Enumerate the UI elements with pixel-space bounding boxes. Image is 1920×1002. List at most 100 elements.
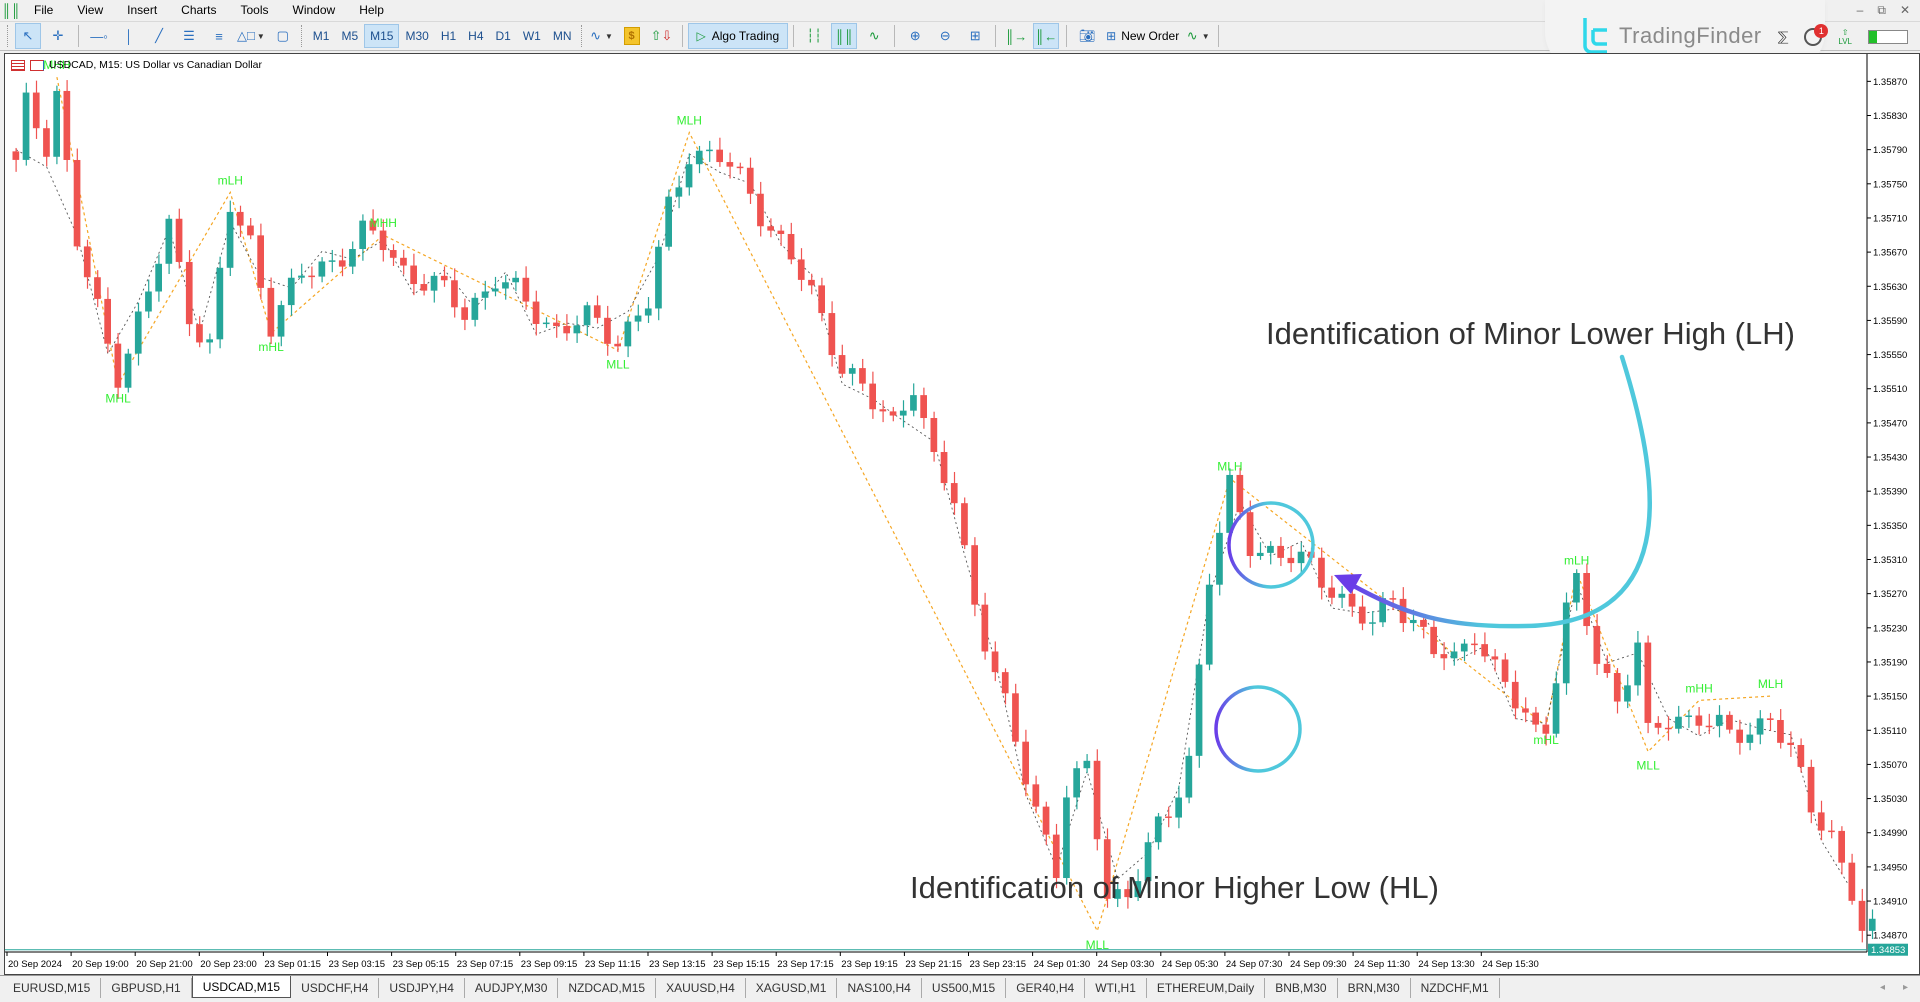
- candle-body: [216, 267, 224, 340]
- candle: [757, 181, 764, 237]
- algo-trading-button[interactable]: ▷ Algo Trading: [687, 23, 789, 49]
- chart-shift-button[interactable]: ║←: [1033, 23, 1060, 49]
- auto-scroll-button[interactable]: ║→: [1003, 23, 1029, 49]
- trade-signals-button[interactable]: ⇧⇩: [649, 23, 675, 49]
- timeframe-d1-button[interactable]: D1: [490, 24, 517, 48]
- chart-tab[interactable]: USDCHF,H4: [291, 978, 380, 998]
- timeframe-h1-button[interactable]: H1: [435, 24, 462, 48]
- candle: [1481, 632, 1488, 663]
- timeframe-m5-button[interactable]: M5: [335, 24, 364, 48]
- candle-body: [624, 321, 632, 347]
- menu-tools[interactable]: Tools: [229, 0, 281, 20]
- chart-tab[interactable]: XAUUSD,H4: [656, 978, 746, 998]
- close-icon[interactable]: ✕: [1900, 3, 1910, 17]
- chart-tab[interactable]: NAS100,H4: [837, 978, 922, 998]
- candle-body: [889, 411, 897, 416]
- candle: [665, 189, 672, 251]
- candle: [553, 314, 560, 338]
- candle-body: [1511, 681, 1519, 709]
- chart-tab[interactable]: USDJPY,H4: [379, 978, 465, 998]
- scroll-right-icon[interactable]: ▸: [1903, 982, 1908, 993]
- new-order-button[interactable]: ⊞ New Order: [1102, 29, 1183, 43]
- menu-file[interactable]: File: [22, 0, 65, 20]
- chart-tab[interactable]: BNB,M30: [1265, 978, 1338, 998]
- menu-charts[interactable]: Charts: [169, 0, 228, 20]
- current-price-label: 1.34853: [1871, 945, 1905, 956]
- chart-tab[interactable]: GER40,H4: [1006, 978, 1086, 998]
- signals-button[interactable]: ∿ ▼: [1185, 23, 1211, 49]
- candle: [471, 292, 479, 327]
- menu-insert[interactable]: Insert: [115, 0, 169, 20]
- chart-tab[interactable]: USDCAD,M15: [191, 976, 292, 998]
- timeframe-m1-button[interactable]: M1: [307, 24, 336, 48]
- timeframe-h4-button[interactable]: H4: [462, 24, 489, 48]
- indicators-button[interactable]: ∿ ▼: [589, 23, 615, 49]
- candle: [655, 240, 662, 321]
- toolbar-grip[interactable]: [7, 25, 10, 47]
- bar-chart-button[interactable]: ┆┆: [801, 23, 827, 49]
- trade-panel-icon[interactable]: [11, 59, 25, 71]
- candle-body: [859, 368, 866, 384]
- time-tick-label: 24 Sep 15:30: [1482, 959, 1539, 970]
- chart-tab[interactable]: GBPUSD,H1: [101, 978, 192, 998]
- chart-tab[interactable]: WTI,H1: [1085, 978, 1147, 998]
- search-icon[interactable]: ⅀: [1778, 29, 1789, 45]
- candle-body: [1430, 626, 1437, 655]
- rectangle-button[interactable]: ▢: [270, 23, 296, 49]
- vertical-line-button[interactable]: │: [116, 23, 142, 49]
- candle: [1369, 611, 1376, 636]
- menu-window[interactable]: Window: [281, 0, 348, 20]
- timeframe-mn-button[interactable]: MN: [547, 24, 578, 48]
- market-button[interactable]: $: [619, 23, 645, 49]
- price-tick-label: 1.35790: [1873, 145, 1907, 156]
- chart-tab[interactable]: ETHEREUM,Daily: [1147, 978, 1266, 998]
- timeframe-m30-button[interactable]: M30: [399, 24, 434, 48]
- level-icon[interactable]: ⇧ LVL: [1838, 28, 1852, 46]
- restore-icon[interactable]: ⧉: [1877, 3, 1886, 18]
- chart-tab[interactable]: US500,M15: [922, 978, 1007, 998]
- candlestick-chart-button[interactable]: ║║: [831, 23, 858, 49]
- chart-tab[interactable]: XAGUSD,M1: [746, 978, 838, 998]
- tile-windows-button[interactable]: ⊞: [962, 23, 988, 49]
- screenshot-button[interactable]: 📷︎: [1074, 23, 1100, 49]
- depth-of-market-icon[interactable]: [30, 59, 44, 71]
- candle-body: [818, 285, 825, 314]
- minimize-icon[interactable]: –: [1857, 3, 1864, 17]
- chart-tab[interactable]: NZDCAD,M15: [558, 978, 657, 998]
- candle-body: [1001, 672, 1009, 694]
- toolbar-grip[interactable]: [300, 25, 304, 47]
- line-chart-button[interactable]: ∿: [861, 23, 887, 49]
- fibonacci-button[interactable]: ≡: [206, 23, 232, 49]
- menu-help[interactable]: Help: [347, 0, 396, 20]
- candle: [43, 119, 50, 167]
- chart-tab[interactable]: BRN,M30: [1338, 978, 1411, 998]
- notifications-icon[interactable]: 1: [1804, 24, 1829, 46]
- price-chart[interactable]: MHHMHLmLHmHLMHHMLLMLHMLLMLHmHLmLHMLLmHH M…: [5, 54, 1920, 976]
- candle: [1624, 674, 1631, 709]
- candle-body: [1440, 654, 1448, 659]
- cursor-tool-button[interactable]: ↖: [15, 23, 41, 49]
- chart-tab[interactable]: NZDCHF,M1: [1411, 978, 1500, 998]
- zoom-in-button[interactable]: ⊕: [902, 23, 928, 49]
- chart-window[interactable]: USDCAD, M15: US Dollar vs Canadian Dolla…: [4, 53, 1920, 975]
- candle: [338, 248, 346, 277]
- zoom-in-icon: ⊕: [909, 28, 921, 43]
- candle: [1613, 668, 1621, 714]
- timeframe-w1-button[interactable]: W1: [517, 24, 547, 48]
- crosshair-tool-button[interactable]: ✛: [45, 23, 71, 49]
- candle: [930, 411, 938, 462]
- horizontal-line-button[interactable]: —◦: [86, 23, 112, 49]
- shapes-button[interactable]: △□ ▼: [236, 23, 266, 49]
- scroll-left-icon[interactable]: ◂: [1880, 982, 1885, 993]
- candle-body: [655, 246, 662, 309]
- candle: [1491, 648, 1499, 672]
- toolbar-grip[interactable]: [580, 25, 584, 47]
- trendline-button[interactable]: ╱: [146, 23, 172, 49]
- channel-button[interactable]: ☰: [176, 23, 202, 49]
- chart-tab[interactable]: AUDJPY,M30: [465, 978, 559, 998]
- menu-view[interactable]: View: [65, 0, 115, 20]
- zoom-out-button[interactable]: ⊖: [932, 23, 958, 49]
- timeframe-m15-button[interactable]: M15: [364, 24, 400, 48]
- price-tick-label: 1.35150: [1873, 692, 1907, 703]
- chart-tab[interactable]: EURUSD,M15: [3, 978, 102, 998]
